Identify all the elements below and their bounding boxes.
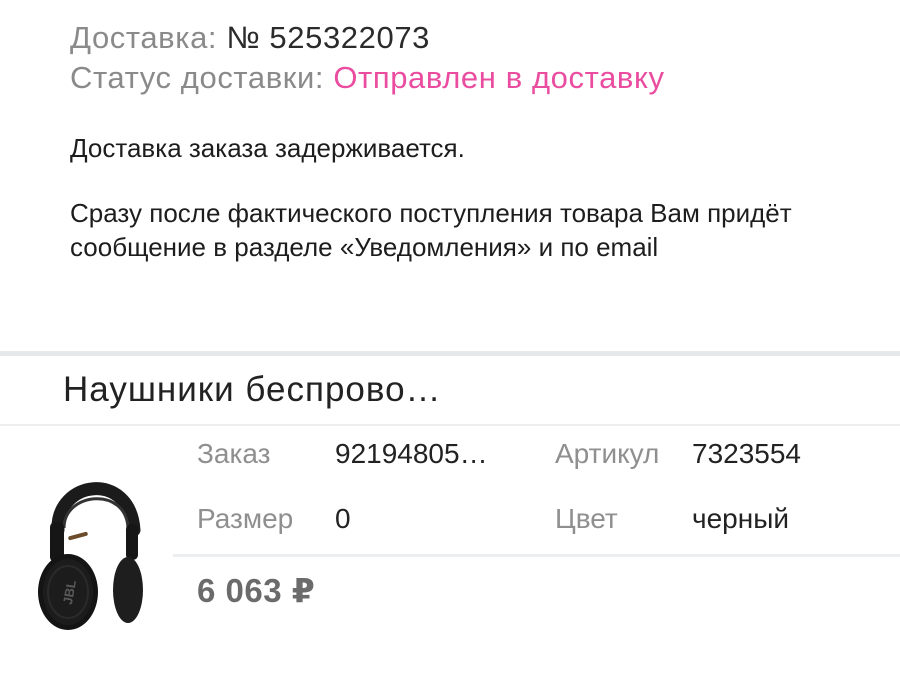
notification-message: Сразу после фактического поступления тов… [70, 198, 792, 262]
article-label: Артикул [555, 438, 660, 469]
delivery-status-label: Статус доставки: [70, 60, 325, 95]
title-divider [0, 424, 900, 426]
color-value: черный [692, 503, 789, 534]
color-label: Цвет [555, 503, 618, 534]
delivery-number-value: № 525322073 [226, 20, 430, 55]
order-value: 92194805… [335, 438, 488, 469]
product-title[interactable]: Наушники беспрово… [63, 368, 442, 412]
size-label: Размер [197, 503, 294, 534]
product-image[interactable]: JBL [28, 450, 158, 635]
headphones-icon: JBL [38, 482, 143, 630]
section-separator [0, 351, 900, 356]
details-divider [173, 554, 900, 557]
size-value: 0 [335, 503, 351, 534]
delivery-info: Доставка: № 525322073 Статус доставки: О… [70, 18, 860, 98]
delivery-number-label: Доставка: [70, 20, 218, 55]
delivery-status-value: Отправлен в доставку [333, 60, 665, 95]
order-label: Заказ [197, 438, 271, 469]
article-value: 7323554 [692, 438, 802, 469]
delivery-number-row: Доставка: № 525322073 [70, 18, 860, 58]
product-price: 6 063 ₽ [197, 572, 316, 609]
delivery-status-row: Статус доставки: Отправлен в доставку [70, 58, 860, 98]
delay-message: Доставка заказа задерживается. [70, 133, 465, 163]
